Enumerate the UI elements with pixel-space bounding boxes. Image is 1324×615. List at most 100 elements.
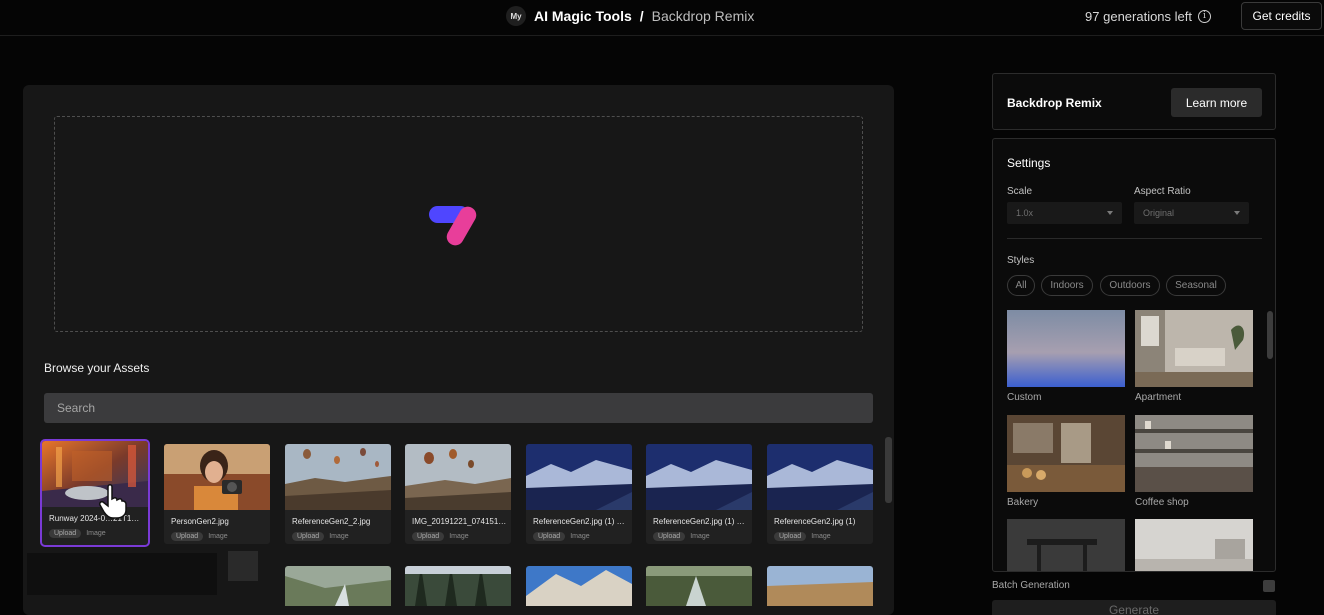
asset-type: Image <box>811 533 831 540</box>
asset-card[interactable]: PersonGen2.jpg Upload Image <box>164 444 270 544</box>
asset-type: Image <box>208 533 228 540</box>
settings-panel: Settings Scale 1.0x Aspect Ratio Origina… <box>992 138 1276 572</box>
asset-thumbnail <box>526 566 632 606</box>
styles-scrollbar[interactable] <box>1267 311 1273 359</box>
asset-card[interactable]: ReferenceGen2_2.jpg Upload Image <box>285 444 391 544</box>
generations-left-text: 97 generations left <box>1085 9 1192 24</box>
asset-card[interactable]: Runway 2024-0…21T1… Upload Image <box>40 439 150 547</box>
asset-thumbnail <box>767 566 873 606</box>
get-credits-button[interactable]: Get credits <box>1241 2 1322 30</box>
info-icon[interactable]: i <box>1198 10 1211 23</box>
breadcrumb-separator: / <box>639 8 644 24</box>
hand-pointer-icon <box>99 484 127 519</box>
divider <box>1007 238 1262 239</box>
asset-name: ReferenceGen2_2.jpg <box>292 517 371 526</box>
tool-info-card: Backdrop Remix Learn more <box>992 73 1276 130</box>
style-filter-indoors[interactable]: Indoors <box>1041 275 1093 296</box>
style-label: Custom <box>1007 392 1042 403</box>
upload-dropzone[interactable] <box>54 116 863 332</box>
style-thumbnail <box>1135 415 1253 492</box>
workspace-badge[interactable]: My <box>506 6 526 26</box>
breadcrumb: My AI Magic Tools / Backdrop Remix <box>506 6 754 26</box>
asset-thumbnail <box>405 566 511 606</box>
generate-button[interactable]: Generate <box>992 600 1276 615</box>
aspect-ratio-label: Aspect Ratio <box>1134 186 1191 197</box>
tool-title: Backdrop Remix <box>1007 96 1102 110</box>
asset-name: Runway 2024-0…21T1… <box>49 514 140 523</box>
style-bakery[interactable] <box>1007 415 1125 492</box>
asset-tag: Upload <box>49 529 82 538</box>
asset-card[interactable]: ReferenceGen2.jpg (1) … Upload Image <box>526 444 632 544</box>
style-label: Bakery <box>1007 497 1039 508</box>
scale-value: 1.0x <box>1016 208 1034 218</box>
asset-name: IMG_20191221_074151… <box>412 517 506 526</box>
style-thumbnail-partial[interactable] <box>1007 519 1125 571</box>
batch-generation-toggle[interactable] <box>1263 580 1275 592</box>
style-label: Coffee shop <box>1135 497 1189 508</box>
chevron-down-icon <box>1234 211 1240 215</box>
asset-card[interactable] <box>526 566 632 606</box>
asset-tag: Upload <box>292 532 325 541</box>
asset-thumbnail <box>42 441 148 507</box>
asset-tag: Upload <box>533 532 566 541</box>
asset-tag: Upload <box>412 532 445 541</box>
style-apartment[interactable] <box>1135 310 1253 387</box>
asset-thumbnail <box>285 444 391 510</box>
chevron-down-icon <box>1107 211 1113 215</box>
asset-name: PersonGen2.jpg <box>171 517 229 526</box>
asset-card[interactable]: IMG_20191221_074151… Upload Image <box>405 444 511 544</box>
asset-name: ReferenceGen2.jpg (1) … <box>533 517 625 526</box>
settings-title: Settings <box>1007 156 1051 170</box>
aspect-ratio-select[interactable]: Original <box>1134 202 1249 224</box>
style-filter-seasonal[interactable]: Seasonal <box>1166 275 1226 296</box>
asset-thumbnail <box>285 566 391 606</box>
styles-label: Styles <box>1007 255 1035 266</box>
asset-thumbnail <box>405 444 511 510</box>
style-coffee-shop[interactable] <box>1135 415 1253 492</box>
loading-placeholder <box>27 545 267 595</box>
asset-tag: Upload <box>653 532 686 541</box>
search-input[interactable] <box>44 393 873 423</box>
style-thumbnail <box>1007 415 1125 492</box>
top-bar: My AI Magic Tools / Backdrop Remix 97 ge… <box>0 0 1324 36</box>
asset-thumbnail <box>526 444 632 510</box>
browse-assets-title: Browse your Assets <box>44 361 150 375</box>
main-panel: Browse your Assets Runway 2024-0…21T1… U… <box>23 85 894 615</box>
style-thumbnail <box>1007 310 1125 387</box>
asset-card[interactable] <box>405 566 511 606</box>
asset-thumbnail <box>646 566 752 606</box>
asset-card[interactable]: ReferenceGen2.jpg (1) Upload Image <box>767 444 873 544</box>
asset-card[interactable]: ReferenceGen2.jpg (1) … Upload Image <box>646 444 752 544</box>
learn-more-button[interactable]: Learn more <box>1171 88 1262 117</box>
style-thumbnail <box>1135 519 1253 571</box>
style-filter-all[interactable]: All <box>1007 275 1035 296</box>
runway-logo-icon <box>429 206 477 246</box>
style-thumbnail-partial[interactable] <box>1135 519 1253 571</box>
style-label: Apartment <box>1135 392 1182 403</box>
asset-name: ReferenceGen2.jpg (1) <box>774 517 856 526</box>
style-custom[interactable] <box>1007 310 1125 387</box>
asset-thumbnail <box>767 444 873 510</box>
asset-type: Image <box>570 533 590 540</box>
breadcrumb-app[interactable]: AI Magic Tools <box>534 8 632 24</box>
aspect-ratio-value: Original <box>1143 208 1175 218</box>
generations-counter: 97 generations left i <box>1085 9 1211 24</box>
asset-card[interactable] <box>646 566 752 606</box>
scale-select[interactable]: 1.0x <box>1007 202 1122 224</box>
batch-generation-label: Batch Generation <box>992 580 1070 591</box>
asset-thumbnail <box>164 444 270 510</box>
breadcrumb-page: Backdrop Remix <box>651 8 755 24</box>
asset-type: Image <box>690 533 710 540</box>
asset-thumbnail <box>646 444 752 510</box>
style-thumbnail <box>1135 310 1253 387</box>
style-thumbnail <box>1007 519 1125 571</box>
asset-name: ReferenceGen2.jpg (1) … <box>653 517 745 526</box>
asset-card[interactable] <box>767 566 873 606</box>
asset-card[interactable] <box>285 566 391 606</box>
asset-type: Image <box>329 533 349 540</box>
style-filter-outdoors[interactable]: Outdoors <box>1100 275 1160 296</box>
scale-label: Scale <box>1007 186 1033 197</box>
asset-tag: Upload <box>171 532 204 541</box>
asset-tag: Upload <box>774 532 807 541</box>
assets-scrollbar[interactable] <box>885 437 892 503</box>
